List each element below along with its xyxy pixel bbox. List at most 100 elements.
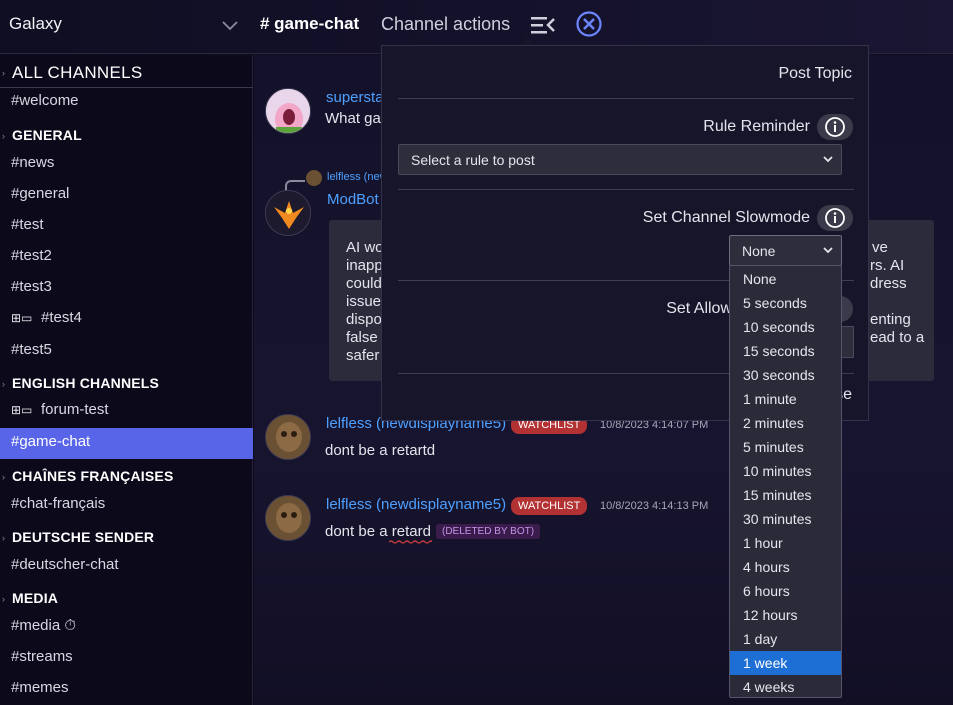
chevron-down-icon — [823, 247, 833, 254]
server-name[interactable]: Galaxy — [9, 14, 62, 34]
slowmode-option[interactable]: 4 hours — [730, 555, 841, 579]
spellcheck-underline — [389, 540, 432, 544]
sidebar-item-test[interactable]: #test — [11, 216, 44, 233]
avatar-image — [266, 89, 310, 133]
embed-line-right: dress — [870, 275, 907, 292]
embed-line-left: inapp — [346, 257, 383, 274]
message-username[interactable]: ModBot — [327, 191, 379, 208]
avatar[interactable] — [265, 414, 311, 460]
avatar[interactable] — [265, 495, 311, 541]
sidebar-item-test4[interactable]: ⊞▭ #test4 — [11, 309, 82, 326]
slowmode-option[interactable]: 12 hours — [730, 603, 841, 627]
channel-sidebar: › ALL CHANNELS #welcome › GENERAL #news … — [0, 55, 253, 705]
slowmode-select-value: None — [742, 243, 776, 259]
embed-line-left: false — [346, 329, 378, 346]
divider — [398, 189, 854, 190]
slowmode-option[interactable]: 1 day — [730, 627, 841, 651]
channel-actions-button[interactable]: Channel actions — [381, 14, 510, 35]
info-icon[interactable] — [817, 205, 853, 231]
close-icon[interactable] — [575, 10, 603, 38]
slowmode-option[interactable]: 10 seconds — [730, 315, 841, 339]
expand-arrow-icon[interactable]: › — [2, 379, 5, 389]
embed-line-right: enting — [870, 311, 911, 328]
forum-icon: ⊞▭ — [11, 403, 33, 417]
deleted-by-bot-badge: (DELETED BY BOT) — [436, 524, 541, 539]
sidebar-item-deutscher-chat[interactable]: #deutscher-chat — [11, 556, 119, 573]
message-username[interactable]: lelfless (newdisplayname5) — [326, 496, 506, 513]
sidebar-item-label: #test4 — [41, 309, 82, 326]
channel-title: # game-chat — [260, 14, 360, 33]
embed-line-left: dispo — [346, 311, 382, 328]
embed-line-right: ead to a — [870, 329, 925, 346]
flagged-word: retard — [391, 523, 431, 540]
phoenix-icon — [266, 191, 310, 235]
set-allow-label: Set Allow — [666, 300, 732, 317]
sidebar-item-test5[interactable]: #test5 — [11, 341, 52, 358]
slowmode-option[interactable]: 5 seconds — [730, 291, 841, 315]
rule-reminder-label: Rule Reminder — [703, 118, 810, 135]
embed-line-left: could — [346, 275, 382, 292]
expand-arrow-icon[interactable]: › — [2, 594, 5, 604]
divider — [398, 98, 854, 99]
chevron-down-icon[interactable] — [220, 15, 240, 35]
slowmode-select[interactable]: None — [729, 235, 842, 266]
category-english-channels[interactable]: ENGLISH CHANNELS — [12, 375, 159, 391]
slowmode-option[interactable]: 2 minutes — [730, 411, 841, 435]
rule-select[interactable]: Select a rule to post — [398, 144, 842, 175]
reply-avatar[interactable] — [306, 170, 322, 186]
message-text: dont be a retard — [325, 523, 431, 540]
slowmode-label: Set Channel Slowmode — [642, 209, 810, 226]
sidebar-item-test2[interactable]: #test2 — [11, 247, 52, 264]
slowmode-option[interactable]: 1 hour — [730, 531, 841, 555]
expand-arrow-icon[interactable]: › — [2, 472, 5, 482]
category-chaines-francaises[interactable]: CHAÎNES FRANÇAISES — [12, 468, 174, 484]
info-icon[interactable] — [817, 114, 853, 140]
slowmode-option[interactable]: 1 week — [730, 651, 841, 675]
watchlist-badge: WATCHLIST — [511, 497, 588, 515]
category-deutsche-sender[interactable]: DEUTSCHE SENDER — [12, 529, 154, 545]
expand-arrow-icon[interactable]: › — [2, 131, 5, 141]
slowmode-option[interactable]: 10 minutes — [730, 459, 841, 483]
slowmode-option[interactable]: None — [730, 267, 841, 291]
slowmode-option[interactable]: 30 minutes — [730, 507, 841, 531]
expand-arrow-icon[interactable]: › — [2, 68, 5, 78]
slowmode-option[interactable]: 1 minute — [730, 387, 841, 411]
slowmode-option[interactable]: 6 hours — [730, 579, 841, 603]
sidebar-item-news[interactable]: #news — [11, 154, 54, 171]
category-general[interactable]: GENERAL — [12, 127, 82, 143]
sidebar-item-game-chat[interactable]: #game-chat — [11, 433, 90, 450]
menu-collapse-icon[interactable] — [530, 14, 556, 36]
slowmode-option[interactable]: 15 minutes — [730, 483, 841, 507]
sidebar-item-test3[interactable]: #test3 — [11, 278, 52, 295]
avatar-image — [266, 415, 310, 459]
avatar[interactable] — [265, 190, 311, 236]
slowmode-option[interactable]: 15 seconds — [730, 339, 841, 363]
sidebar-item-general[interactable]: #general — [11, 185, 69, 202]
category-media[interactable]: MEDIA — [12, 590, 58, 606]
all-channels-header[interactable]: ALL CHANNELS — [12, 63, 143, 83]
post-topic-button[interactable]: Post Topic — [778, 65, 852, 83]
message-username[interactable]: supersta — [326, 89, 384, 106]
slowmode-option[interactable]: 5 minutes — [730, 435, 841, 459]
sidebar-item-label: forum-test — [41, 401, 109, 418]
slowmode-options-list: None 5 seconds 10 seconds 15 seconds 30 seco… — [729, 265, 842, 698]
sidebar-item-memes[interactable]: #memes — [11, 679, 69, 696]
embed-line-left: AI wo — [346, 239, 384, 256]
divider — [0, 87, 253, 88]
embed-line-right: rs. AI — [870, 257, 905, 274]
embed-line-left: issue — [346, 293, 382, 310]
slowmode-option[interactable]: 4 weeks — [730, 675, 841, 699]
sidebar-item-welcome[interactable]: #welcome — [11, 92, 79, 109]
expand-arrow-icon[interactable]: › — [2, 533, 5, 543]
forum-icon: ⊞▭ — [11, 311, 33, 325]
sidebar-item-forum-test[interactable]: ⊞▭ forum-test — [11, 401, 109, 418]
embed-line-right: ve — [872, 239, 888, 256]
avatar[interactable] — [265, 88, 311, 134]
message-text-part: dont be a — [325, 523, 392, 540]
sidebar-item-streams[interactable]: #streams — [11, 648, 73, 665]
avatar-image — [266, 496, 310, 540]
sidebar-item-chat-francais[interactable]: #chat-français — [11, 495, 105, 512]
slowmode-option[interactable]: 30 seconds — [730, 363, 841, 387]
message-text: dont be a retartd — [325, 442, 436, 459]
sidebar-item-media[interactable]: #media ⏱ — [11, 617, 76, 634]
